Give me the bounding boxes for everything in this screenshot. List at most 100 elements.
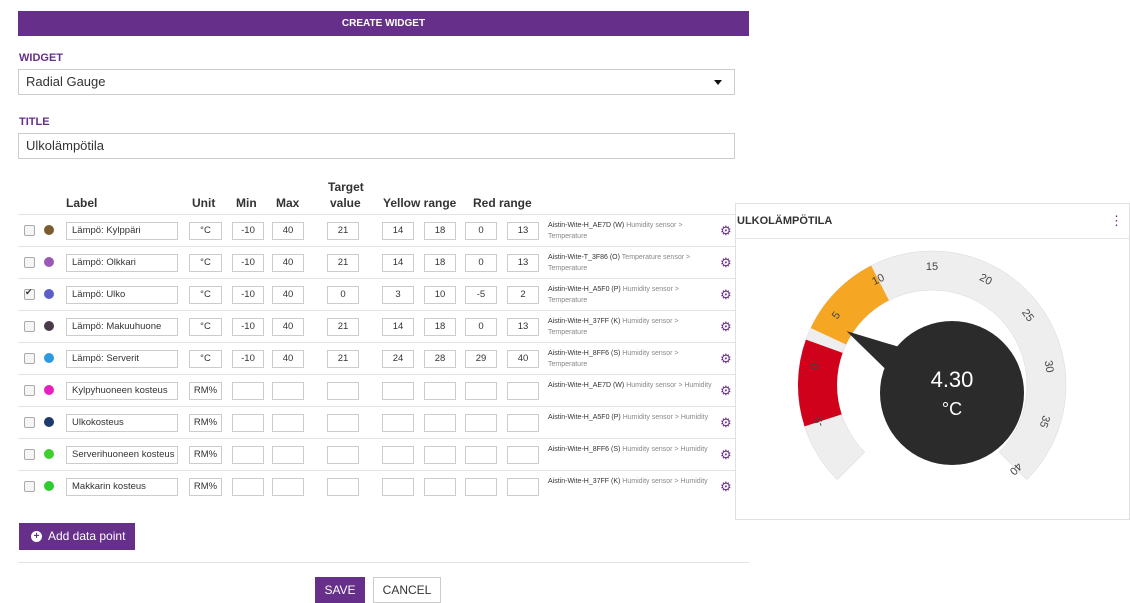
min-input[interactable] xyxy=(232,478,264,496)
max-input[interactable]: 40 xyxy=(272,318,304,336)
unit-input[interactable]: °C xyxy=(189,254,222,272)
unit-input[interactable]: °C xyxy=(189,318,222,336)
unit-input[interactable]: RM% xyxy=(189,414,222,432)
max-input[interactable] xyxy=(272,478,304,496)
red-range-end-input[interactable] xyxy=(507,446,539,464)
max-input[interactable]: 40 xyxy=(272,350,304,368)
gear-icon[interactable]: ⚙ xyxy=(720,480,732,493)
row-select-checkbox[interactable] xyxy=(24,287,35,300)
yellow-range-start-input[interactable] xyxy=(382,446,414,464)
target-value-input[interactable] xyxy=(327,382,359,400)
label-input[interactable]: Kylpyhuoneen kosteus xyxy=(66,382,178,400)
series-color-swatch[interactable] xyxy=(44,481,54,491)
series-color-swatch[interactable] xyxy=(44,449,54,459)
kebab-menu-icon[interactable]: ⋮ xyxy=(1110,214,1123,227)
label-input[interactable]: Ulkokosteus xyxy=(66,414,178,432)
series-color-swatch[interactable] xyxy=(44,321,54,331)
yellow-range-start-input[interactable]: 3 xyxy=(382,286,414,304)
max-input[interactable]: 40 xyxy=(272,286,304,304)
gear-icon[interactable]: ⚙ xyxy=(720,448,732,461)
unit-input[interactable]: RM% xyxy=(189,446,222,464)
red-range-end-input[interactable]: 13 xyxy=(507,254,539,272)
yellow-range-start-input[interactable]: 24 xyxy=(382,350,414,368)
gear-icon[interactable]: ⚙ xyxy=(720,256,732,269)
yellow-range-end-input[interactable]: 18 xyxy=(424,222,456,240)
max-input[interactable]: 40 xyxy=(272,254,304,272)
max-input[interactable] xyxy=(272,446,304,464)
red-range-start-input[interactable] xyxy=(465,414,497,432)
min-input[interactable] xyxy=(232,382,264,400)
min-input[interactable] xyxy=(232,446,264,464)
min-input[interactable]: -10 xyxy=(232,286,264,304)
gear-icon[interactable]: ⚙ xyxy=(720,288,732,301)
yellow-range-start-input[interactable]: 14 xyxy=(382,318,414,336)
label-input[interactable]: Lämpö: Ulko xyxy=(66,286,178,304)
gear-icon[interactable]: ⚙ xyxy=(720,320,732,333)
red-range-end-input[interactable]: 13 xyxy=(507,318,539,336)
yellow-range-end-input[interactable]: 28 xyxy=(424,350,456,368)
red-range-start-input[interactable] xyxy=(465,382,497,400)
widget-type-select[interactable]: Radial Gauge xyxy=(18,69,735,95)
yellow-range-start-input[interactable] xyxy=(382,382,414,400)
gear-icon[interactable]: ⚙ xyxy=(720,384,732,397)
yellow-range-start-input[interactable] xyxy=(382,478,414,496)
row-select-checkbox[interactable] xyxy=(24,257,35,268)
target-value-input[interactable]: 0 xyxy=(327,286,359,304)
target-value-input[interactable]: 21 xyxy=(327,350,359,368)
label-input[interactable]: Lämpö: Serverit xyxy=(66,350,178,368)
red-range-end-input[interactable] xyxy=(507,478,539,496)
red-range-start-input[interactable]: 29 xyxy=(465,350,497,368)
target-value-input[interactable]: 21 xyxy=(327,254,359,272)
series-color-swatch[interactable] xyxy=(44,257,54,267)
series-color-swatch[interactable] xyxy=(44,417,54,427)
unit-input[interactable]: °C xyxy=(189,286,222,304)
label-input[interactable]: Lämpö: Makuuhuone xyxy=(66,318,178,336)
row-select-checkbox[interactable] xyxy=(24,385,35,396)
series-color-swatch[interactable] xyxy=(44,225,54,235)
unit-input[interactable]: RM% xyxy=(189,382,222,400)
row-select-checkbox[interactable] xyxy=(24,417,35,428)
target-value-input[interactable] xyxy=(327,478,359,496)
label-input[interactable]: Lämpö: Olkkari xyxy=(66,254,178,272)
target-value-input[interactable]: 21 xyxy=(327,318,359,336)
max-input[interactable] xyxy=(272,414,304,432)
row-select-checkbox[interactable] xyxy=(24,449,35,460)
yellow-range-end-input[interactable]: 10 xyxy=(424,286,456,304)
yellow-range-end-input[interactable] xyxy=(424,446,456,464)
target-value-input[interactable] xyxy=(327,414,359,432)
save-button[interactable]: SAVE xyxy=(315,577,365,603)
yellow-range-start-input[interactable]: 14 xyxy=(382,222,414,240)
series-color-swatch[interactable] xyxy=(44,385,54,395)
cancel-button[interactable]: CANCEL xyxy=(373,577,441,603)
add-data-point-button[interactable]: + Add data point xyxy=(19,523,135,550)
yellow-range-end-input[interactable] xyxy=(424,382,456,400)
gear-icon[interactable]: ⚙ xyxy=(720,352,732,365)
yellow-range-end-input[interactable]: 18 xyxy=(424,318,456,336)
unit-input[interactable]: °C xyxy=(189,222,222,240)
red-range-end-input[interactable] xyxy=(507,382,539,400)
red-range-start-input[interactable]: -5 xyxy=(465,286,497,304)
min-input[interactable] xyxy=(232,414,264,432)
unit-input[interactable]: °C xyxy=(189,350,222,368)
target-value-input[interactable]: 21 xyxy=(327,222,359,240)
gear-icon[interactable]: ⚙ xyxy=(720,224,732,237)
min-input[interactable]: -10 xyxy=(232,350,264,368)
red-range-end-input[interactable] xyxy=(507,414,539,432)
row-select-checkbox[interactable] xyxy=(24,353,35,364)
red-range-end-input[interactable]: 13 xyxy=(507,222,539,240)
yellow-range-start-input[interactable] xyxy=(382,414,414,432)
red-range-start-input[interactable]: 0 xyxy=(465,318,497,336)
red-range-start-input[interactable]: 0 xyxy=(465,222,497,240)
max-input[interactable] xyxy=(272,382,304,400)
min-input[interactable]: -10 xyxy=(232,222,264,240)
min-input[interactable]: -10 xyxy=(232,318,264,336)
max-input[interactable]: 40 xyxy=(272,222,304,240)
yellow-range-end-input[interactable] xyxy=(424,414,456,432)
gear-icon[interactable]: ⚙ xyxy=(720,416,732,429)
red-range-end-input[interactable]: 40 xyxy=(507,350,539,368)
target-value-input[interactable] xyxy=(327,446,359,464)
label-input[interactable]: Makkarin kosteus xyxy=(66,478,178,496)
yellow-range-end-input[interactable]: 18 xyxy=(424,254,456,272)
row-select-checkbox[interactable] xyxy=(24,481,35,492)
series-color-swatch[interactable] xyxy=(44,289,54,299)
